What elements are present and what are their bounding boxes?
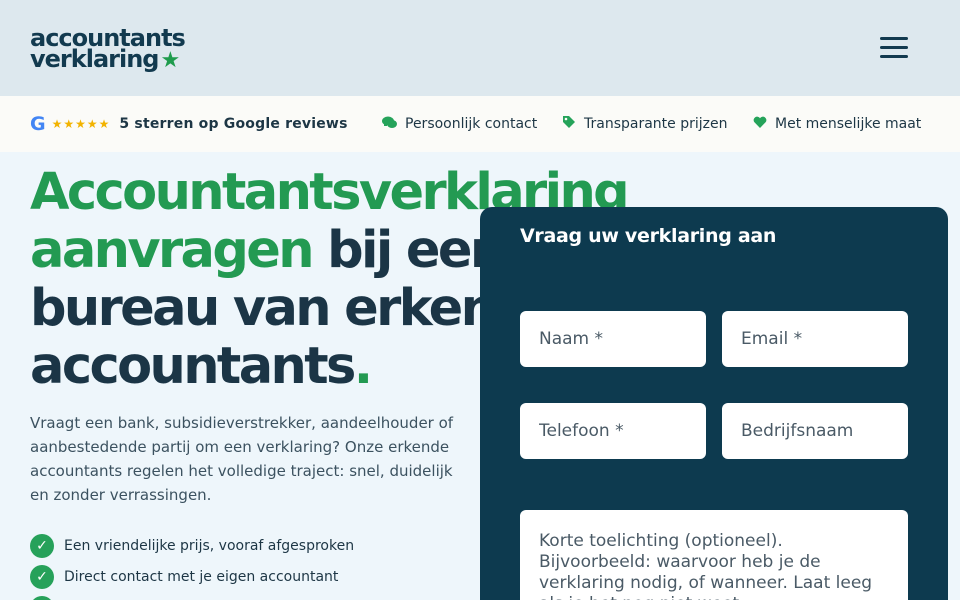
trust-item-prices: Transparante prijzen bbox=[562, 96, 727, 152]
check-icon: ✓ bbox=[30, 595, 54, 600]
trust-bar: G ★★★★★ 5 sterren op Google reviews Pers… bbox=[0, 96, 960, 152]
list-item: ✓ bbox=[30, 592, 354, 600]
trust-item-contact: Persoonlijk contact bbox=[382, 96, 537, 152]
logo-line-2: verklaring★ bbox=[30, 45, 180, 73]
site-logo[interactable]: accountants verklaring★ bbox=[30, 26, 186, 73]
message-field[interactable] bbox=[520, 510, 908, 600]
trust-item-label: Met menselijke maat bbox=[775, 116, 922, 132]
email-field[interactable] bbox=[722, 311, 908, 367]
name-field[interactable] bbox=[520, 311, 706, 367]
rating-stars-icon: ★★★★★ bbox=[51, 117, 111, 131]
check-icon: ✓ bbox=[30, 533, 54, 558]
benefit-list: ✓ Een vriendelijke prijs, vooraf afgespr… bbox=[30, 530, 354, 600]
chat-icon bbox=[382, 116, 397, 133]
check-icon: ✓ bbox=[30, 564, 54, 589]
trust-item-human: Met menselijke maat bbox=[753, 96, 921, 152]
hamburger-menu-icon[interactable] bbox=[878, 34, 910, 62]
form-title: Vraag uw verklaring aan bbox=[520, 225, 777, 247]
google-reviews-badge: G ★★★★★ 5 sterren op Google reviews bbox=[30, 96, 348, 152]
request-form: Vraag uw verklaring aan bbox=[480, 207, 948, 600]
benefit-label: Een vriendelijke prijs, vooraf afgesprok… bbox=[64, 537, 355, 554]
tag-icon bbox=[562, 115, 576, 133]
google-icon: G bbox=[30, 113, 46, 135]
heart-icon bbox=[753, 116, 767, 133]
benefit-label: Direct contact met je eigen accountant bbox=[64, 568, 339, 585]
google-reviews-text: 5 sterren op Google reviews bbox=[119, 116, 348, 132]
trust-item-label: Transparante prijzen bbox=[584, 116, 728, 132]
phone-field[interactable] bbox=[520, 403, 706, 459]
list-item: ✓ Direct contact met je eigen accountant bbox=[30, 561, 354, 592]
hero-intro: Vraagt een bank, subsidieverstrekker, aa… bbox=[30, 414, 454, 504]
trust-item-label: Persoonlijk contact bbox=[405, 116, 538, 132]
logo-star-icon: ★ bbox=[160, 48, 180, 73]
company-field[interactable] bbox=[722, 403, 908, 459]
site-header: accountants verklaring★ bbox=[0, 0, 960, 96]
list-item: ✓ Een vriendelijke prijs, vooraf afgespr… bbox=[30, 530, 354, 561]
